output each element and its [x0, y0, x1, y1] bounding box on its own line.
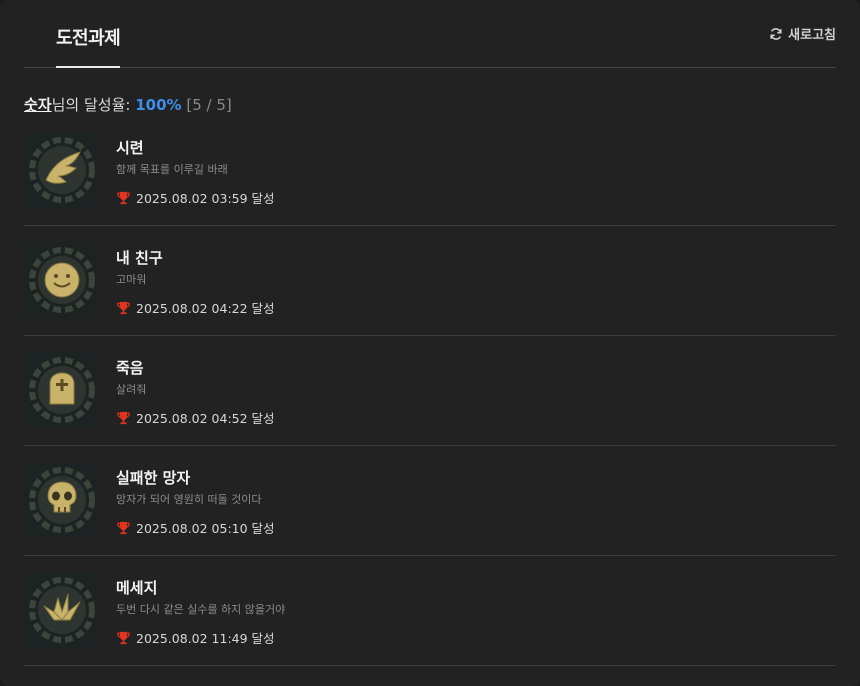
- achievement-badge: [24, 242, 100, 318]
- list-item: 메세지 두번 다시 같은 실수를 하지 않을거야 2025.08.02 11:4…: [24, 556, 836, 666]
- rate-label: 님의 달성율:: [51, 96, 131, 114]
- achievement-badge: [24, 132, 100, 208]
- skull-icon: [29, 467, 95, 533]
- achievement-title: 메세지: [116, 579, 158, 597]
- achievement-title: 실패한 망자: [116, 469, 191, 487]
- wing-icon: [29, 137, 95, 203]
- list-item: 죽음 살려줘 2025.08.02 04:52 달성: [24, 336, 836, 446]
- achievement-date-text: 2025.08.02 04:22 달성: [136, 301, 275, 316]
- refresh-icon: [770, 27, 782, 40]
- tab-bar: 도전과제: [24, 0, 836, 68]
- achievement-date-text: 2025.08.02 03:59 달성: [136, 191, 275, 206]
- achievements-panel: 도전과제 새로고침 숫자님의 달성율: 100% [5 / 5] 시련 함께 목…: [0, 0, 860, 686]
- achievement-desc: 고마워: [116, 273, 147, 286]
- paper-crane-icon: [29, 577, 95, 643]
- rate-fraction: [5 / 5]: [186, 96, 232, 114]
- smiley-icon: [29, 247, 95, 313]
- rate-percent: 100%: [135, 96, 182, 114]
- achievement-badge: [24, 462, 100, 538]
- refresh-button[interactable]: 새로고침: [769, 24, 836, 43]
- user-name-link[interactable]: 숫자: [24, 96, 52, 114]
- achievement-title: 죽음: [116, 359, 144, 377]
- achievement-rate: 숫자님의 달성율: 100% [5 / 5]: [24, 94, 232, 115]
- trophy-icon: [117, 521, 130, 534]
- achievement-date-text: 2025.08.02 05:10 달성: [136, 521, 275, 536]
- achievement-date-text: 2025.08.02 11:49 달성: [136, 631, 275, 646]
- achievement-badge: [24, 352, 100, 428]
- achievement-date: 2025.08.02 05:10 달성: [116, 518, 275, 537]
- achievement-date: 2025.08.02 04:22 달성: [116, 298, 275, 317]
- achievement-badge: [24, 572, 100, 648]
- achievement-desc: 두번 다시 같은 실수를 하지 않을거야: [116, 603, 286, 616]
- achievement-date: 2025.08.02 03:59 달성: [116, 188, 275, 207]
- achievement-date: 2025.08.02 04:52 달성: [116, 408, 275, 427]
- list-item: 시련 함께 목표를 이루길 바래 2025.08.02 03:59 달성: [24, 116, 836, 226]
- achievement-date-text: 2025.08.02 04:52 달성: [136, 411, 275, 426]
- refresh-label: 새로고침: [788, 28, 836, 43]
- achievement-title: 내 친구: [116, 249, 163, 267]
- list-item: 내 친구 고마워 2025.08.02 04:22 달성: [24, 226, 836, 336]
- achievement-desc: 망자가 되어 영원히 떠돌 것이다: [116, 493, 262, 506]
- list-item: 실패한 망자 망자가 되어 영원히 떠돌 것이다 2025.08.02 05:1…: [24, 446, 836, 556]
- achievement-desc: 살려줘: [116, 383, 147, 396]
- achievement-date: 2025.08.02 11:49 달성: [116, 628, 275, 647]
- trophy-icon: [117, 411, 130, 424]
- achievement-desc: 함께 목표를 이루길 바래: [116, 163, 228, 176]
- achievement-title: 시련: [116, 139, 144, 157]
- achievement-list: 시련 함께 목표를 이루길 바래 2025.08.02 03:59 달성 내 친…: [24, 116, 836, 666]
- trophy-icon: [117, 191, 130, 204]
- tombstone-icon: [29, 357, 95, 423]
- trophy-icon: [117, 631, 130, 644]
- trophy-icon: [117, 301, 130, 314]
- tab-achievements[interactable]: 도전과제: [56, 24, 121, 68]
